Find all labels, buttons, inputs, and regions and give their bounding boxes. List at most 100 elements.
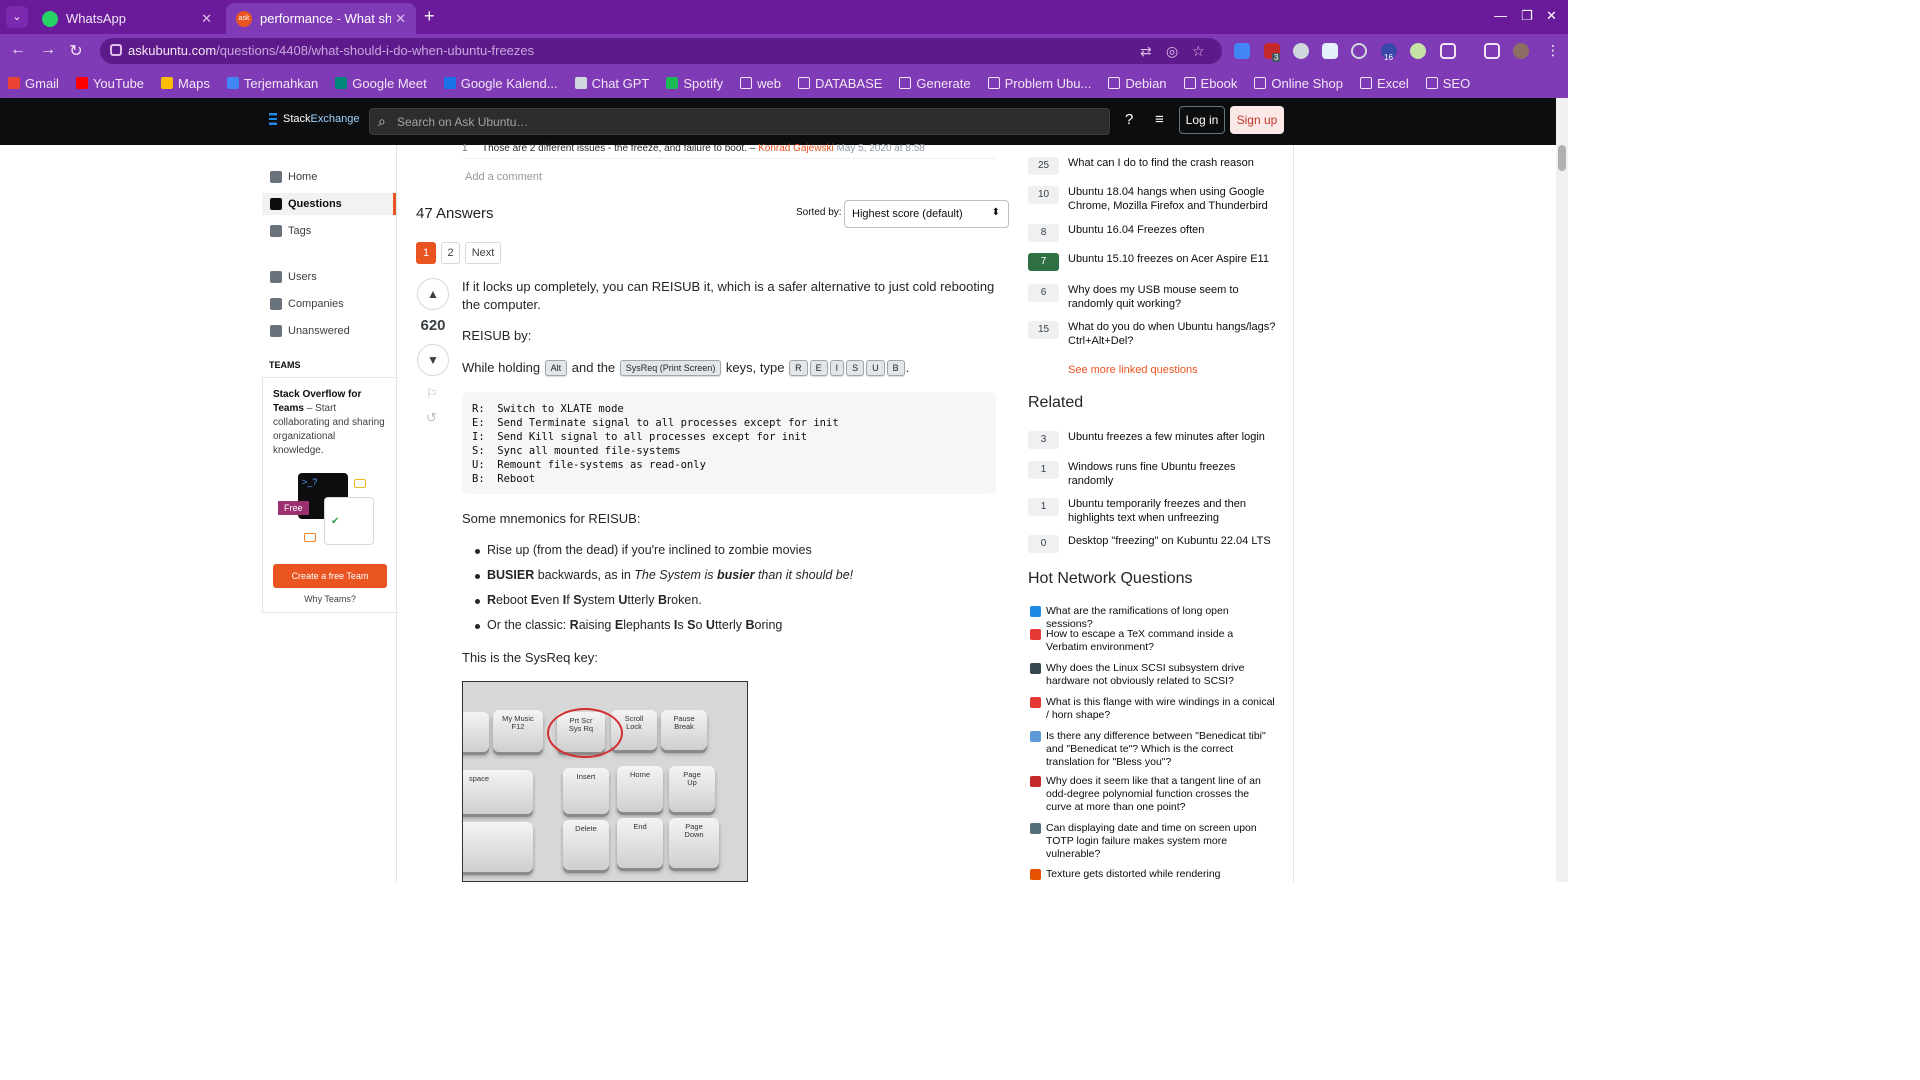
hot-question-link[interactable]: Can displaying date and time on screen u… <box>1046 822 1276 861</box>
page-scrollbar[interactable] <box>1556 98 1568 882</box>
bookmark-9[interactable]: DATABASE <box>797 76 882 91</box>
back-icon[interactable]: ← <box>8 41 28 59</box>
linked-question-link[interactable]: Why does my USB mouse seem to randomly q… <box>1068 284 1278 311</box>
linked-question-link[interactable]: Ubuntu 18.04 hangs when using Google Chr… <box>1068 186 1278 213</box>
bookmark-2[interactable]: Maps <box>161 76 210 91</box>
score-badge: 0 <box>1028 535 1059 553</box>
search-input[interactable]: ⌕ Search on Ask Ubuntu… <box>369 108 1110 135</box>
stackexchange-logo[interactable]: Stack Exchange <box>269 113 359 125</box>
tab-askubuntu[interactable]: ask performance - What sho ✕ <box>226 3 416 34</box>
bookmark-14[interactable]: Online Shop <box>1254 76 1343 91</box>
bookmark-15[interactable]: Excel <box>1359 76 1409 91</box>
bookmark-8[interactable]: web <box>740 76 781 91</box>
hot-question-link[interactable]: What is this flange with wire windings i… <box>1046 696 1276 722</box>
bookmark-12[interactable]: Debian <box>1108 76 1167 91</box>
whatsapp-icon <box>42 10 58 27</box>
puzzle-icon[interactable] <box>1440 43 1456 59</box>
hot-question-link[interactable]: Texture gets distorted while rendering <box>1046 868 1276 881</box>
nav-home[interactable]: Home <box>262 166 396 188</box>
terminal-prompt: >_? <box>302 477 318 487</box>
bookmark-0[interactable]: Gmail <box>8 76 59 91</box>
bold-initial: R <box>569 618 579 632</box>
left-sidebar: Home Questions Tags Users Companies Unan… <box>262 145 397 882</box>
linked-question-link[interactable]: What can I do to find the crash reason <box>1068 157 1278 171</box>
page-2-button[interactable]: 2 <box>441 242 460 264</box>
upvote-button[interactable]: ▲ <box>417 278 449 310</box>
translate-icon[interactable]: ⇄ <box>1140 43 1152 60</box>
bookmark-1[interactable]: YouTube <box>75 76 144 91</box>
help-icon[interactable]: ? <box>1125 111 1133 128</box>
related-question-link[interactable]: Ubuntu temporarily freezes and then high… <box>1068 498 1278 525</box>
nav-unanswered[interactable]: Unanswered <box>262 320 396 342</box>
nav-questions[interactable]: Questions <box>262 193 396 215</box>
close-icon[interactable]: ✕ <box>395 11 406 27</box>
related-question-link[interactable]: Ubuntu freezes a few minutes after login <box>1068 431 1278 445</box>
nav-companies[interactable]: Companies <box>262 293 396 315</box>
text-span: aising <box>578 618 615 632</box>
bookmark-4[interactable]: Google Meet <box>335 76 427 91</box>
history-icon[interactable]: ↺ <box>426 410 437 426</box>
close-icon[interactable]: ✕ <box>201 11 212 27</box>
see-more-linked-link[interactable]: See more linked questions <box>1068 364 1198 376</box>
page-1-button[interactable]: 1 <box>416 242 436 264</box>
add-comment-link[interactable]: Add a comment <box>465 171 542 183</box>
restore-button[interactable]: ❐ <box>1521 8 1533 24</box>
close-window-button[interactable]: ✕ <box>1546 8 1557 24</box>
related-question-link[interactable]: Desktop "freezing" on Kubuntu 22.04 LTS <box>1068 535 1278 549</box>
tab-search-button[interactable]: ⌄ <box>6 6 28 28</box>
camera-icon[interactable] <box>1293 43 1309 59</box>
nav-users[interactable]: Users <box>262 266 396 288</box>
more-menu-icon[interactable]: ⋮ <box>1546 42 1560 59</box>
bookmark-6[interactable]: Chat GPT <box>574 76 649 91</box>
hot-question-link[interactable]: Why does the Linux SCSI subsystem drive … <box>1046 662 1276 688</box>
site-info-icon[interactable] <box>110 44 122 56</box>
related-question-link[interactable]: Windows runs fine Ubuntu freezes randoml… <box>1068 461 1278 488</box>
hot-question-link[interactable]: How to escape a TeX command inside a Ver… <box>1046 628 1276 654</box>
bookmark-13[interactable]: Ebook <box>1183 76 1237 91</box>
address-bar[interactable]: askubuntu.com/questions/4408/what-should… <box>100 38 1222 64</box>
extension-icon[interactable] <box>1410 43 1426 59</box>
next-page-button[interactable]: Next <box>465 242 501 264</box>
minimize-button[interactable]: — <box>1494 8 1507 23</box>
site-switcher-icon[interactable]: ≡ <box>1155 111 1164 128</box>
star-icon[interactable]: ☆ <box>1192 43 1205 60</box>
bookmark-7[interactable]: Spotify <box>666 76 723 91</box>
compass-icon[interactable] <box>1351 43 1367 59</box>
side-panel-icon[interactable] <box>1484 43 1500 59</box>
signup-button[interactable]: Sign up <box>1230 106 1284 134</box>
bookmark-icon[interactable]: ⚐ <box>426 386 438 402</box>
photo-key <box>463 712 489 752</box>
folder-icon <box>1425 77 1438 89</box>
linked-question-link[interactable]: What do you do when Ubuntu hangs/lags? C… <box>1068 321 1278 348</box>
text-span: o <box>695 618 706 632</box>
profile-avatar[interactable] <box>1513 43 1529 59</box>
hot-question-link[interactable]: Is there any difference between "Benedic… <box>1046 730 1276 769</box>
bookmark-11[interactable]: Problem Ubu... <box>987 76 1091 91</box>
comment-user-link[interactable]: Konrad Gajewski <box>758 143 834 154</box>
why-teams-link[interactable]: Why Teams? <box>263 594 397 604</box>
extension-icon[interactable] <box>1234 43 1250 59</box>
reload-icon[interactable]: ↻ <box>66 41 86 61</box>
new-tab-button[interactable]: + <box>424 6 435 26</box>
search-icon: ⌕ <box>378 113 386 129</box>
sort-select[interactable]: Highest score (default) ⬍ <box>844 200 1009 228</box>
mnemonic-list: Rise up (from the dead) if you're inclin… <box>475 543 1007 643</box>
bookmark-10[interactable]: Generate <box>899 76 971 91</box>
forward-icon[interactable]: → <box>38 41 58 59</box>
search-placeholder: Search on Ask Ubuntu… <box>397 115 529 129</box>
create-team-button[interactable]: Create a free Team <box>273 564 387 588</box>
tab-whatsapp[interactable]: WhatsApp ✕ <box>32 3 222 34</box>
login-button[interactable]: Log in <box>1179 106 1225 134</box>
hot-question-link[interactable]: Why does it seem like that a tangent lin… <box>1046 775 1276 814</box>
eye-off-icon[interactable]: ◎ <box>1166 43 1178 60</box>
clipboard-icon[interactable] <box>1322 43 1338 59</box>
site-icon <box>1030 697 1041 708</box>
bookmark-16[interactable]: SEO <box>1425 76 1470 91</box>
downvote-button[interactable]: ▼ <box>417 344 449 376</box>
scrollbar-thumb[interactable] <box>1558 145 1566 171</box>
linked-question-link[interactable]: Ubuntu 16.04 Freezes often <box>1068 224 1278 238</box>
bookmark-5[interactable]: Google Kalend... <box>443 76 558 91</box>
bookmark-3[interactable]: Terjemahkan <box>226 76 318 91</box>
nav-tags[interactable]: Tags <box>262 220 396 242</box>
linked-question-link[interactable]: Ubuntu 15.10 freezes on Acer Aspire E11 <box>1068 253 1278 267</box>
